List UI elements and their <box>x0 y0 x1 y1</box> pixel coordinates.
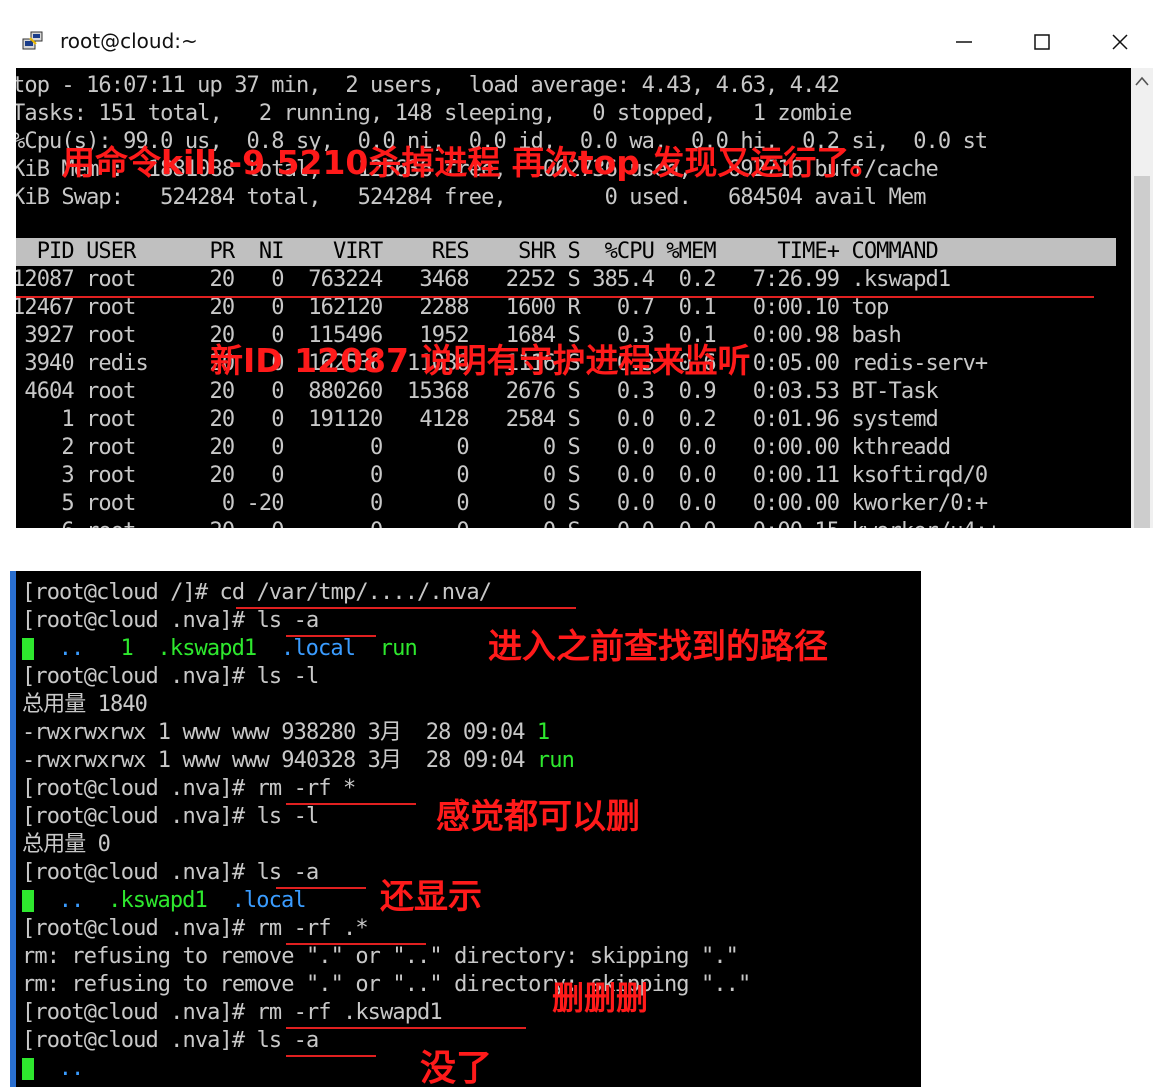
scroll-up-arrow-icon[interactable] <box>1135 76 1149 86</box>
window-titlebar: root@cloud:~ <box>0 0 1176 68</box>
process-row: 2 root 20 0 0 0 0 S 0.0 0.0 0:00.00 kthr… <box>16 435 951 460</box>
shell-line: [root@cloud /]# cd /var/tmp/..../.nva/ <box>22 580 492 605</box>
process-row: 12087 root 20 0 763224 3468 2252 S 385.4… <box>16 267 951 292</box>
annotation-delete-delete: 删删删 <box>552 979 649 1017</box>
annotation-new-id: 新ID 12087 说明有守护进程来监听 <box>210 341 751 380</box>
close-button[interactable] <box>1100 22 1140 62</box>
annotation-underline <box>286 943 426 945</box>
error-line: rm: refusing to remove "." or ".." direc… <box>22 944 739 969</box>
putty-icon <box>22 31 43 50</box>
annotation-underline <box>236 607 576 609</box>
annotation-path: 进入之前查找到的路径 <box>488 627 828 667</box>
annotation-delete: 感觉都可以删 <box>436 797 640 837</box>
shell-terminal[interactable]: [root@cloud /]# cd /var/tmp/..../.nva/ [… <box>16 571 921 1087</box>
ls-output: .. .kswapd1 .local <box>22 887 307 915</box>
dot-entry-highlight <box>22 1058 34 1080</box>
process-row: 4604 root 20 0 880260 15368 2676 S 0.3 0… <box>16 379 938 404</box>
file-row: -rwxrwxrwx 1 www www 938280 3月 28 09:04 … <box>22 720 550 745</box>
annotation-still-shown: 还显示 <box>380 877 482 917</box>
dot-entry-highlight <box>22 638 34 660</box>
tasks-line: Tasks: 151 total, 2 running, 148 sleepin… <box>16 101 852 126</box>
process-row: 1 root 20 0 191120 4128 2584 S 0.0 0.2 0… <box>16 407 938 432</box>
annotation-kill: 用命令kill -9 5210杀掉进程 再次top 发现又运行了。 <box>62 143 883 182</box>
process-row: 3 root 20 0 0 0 0 S 0.0 0.0 0:00.11 ksof… <box>16 463 988 488</box>
annotation-underline <box>276 887 366 889</box>
total-line: 总用量 1840 <box>22 692 148 717</box>
maximize-icon <box>1034 34 1050 50</box>
shell-line: [root@cloud .nva]# ls -a <box>22 608 320 633</box>
close-icon <box>1112 34 1128 50</box>
maximize-button[interactable] <box>1022 22 1062 62</box>
total-line: 总用量 0 <box>22 832 111 857</box>
shell-line: [root@cloud .nva]# ls -a <box>22 1028 319 1053</box>
file-row: -rwxrwxrwx 1 www www 940328 3月 28 09:04 … <box>22 748 575 773</box>
shell-line: [root@cloud .nva]# ls -l <box>22 804 319 829</box>
minimize-button[interactable] <box>944 22 984 62</box>
annotation-underline <box>286 1055 376 1057</box>
shell-line: [root@cloud .nva]# rm -rf .kswapd1 <box>22 1000 443 1025</box>
ls-output: .. 1 .kswapd1 .local run <box>22 635 418 663</box>
shell-line: [root@cloud .nva]# ls -a <box>22 860 319 885</box>
process-row: 6 root 20 0 0 0 0 S 0.0 0.0 0:00.15 kwor… <box>16 518 1000 528</box>
minimize-icon <box>956 41 972 43</box>
scroll-thumb[interactable] <box>1134 176 1150 528</box>
annotation-underline <box>286 1027 526 1029</box>
command-cd: cd /var/tmp/..../.nva/ <box>219 580 492 605</box>
process-header: PID USER PR NI VIRT RES SHR S %CPU %MEM … <box>16 239 939 264</box>
window-title: root@cloud:~ <box>60 29 198 53</box>
process-row: 12467 root 20 0 162120 2288 1600 R 0.7 0… <box>16 295 889 320</box>
dot-entry-highlight <box>22 890 34 912</box>
shell-line: [root@cloud .nva]# rm -rf * <box>22 776 356 801</box>
swap-line: KiB Swap: 524284 total, 524284 free, 0 u… <box>16 185 926 210</box>
process-row: 5 root 0 -20 0 0 0 S 0.0 0.0 0:00.00 kwo… <box>16 491 988 516</box>
ls-output: .. <box>22 1055 84 1083</box>
annotation-gone: 没了 <box>420 1048 493 1087</box>
shell-line: [root@cloud .nva]# ls -l <box>22 664 319 689</box>
shell-line: [root@cloud .nva]# rm -rf .* <box>22 916 369 941</box>
scrollbar[interactable] <box>1131 68 1153 528</box>
top-terminal[interactable]: top - 16:07:11 up 37 min, 2 users, load … <box>16 68 1131 528</box>
highlight-underline <box>16 296 1094 298</box>
annotation-underline <box>286 803 416 805</box>
top-summary-line: top - 16:07:11 up 37 min, 2 users, load … <box>16 73 840 98</box>
command-ls-a: ls -a <box>256 608 320 633</box>
annotation-underline <box>286 635 376 637</box>
